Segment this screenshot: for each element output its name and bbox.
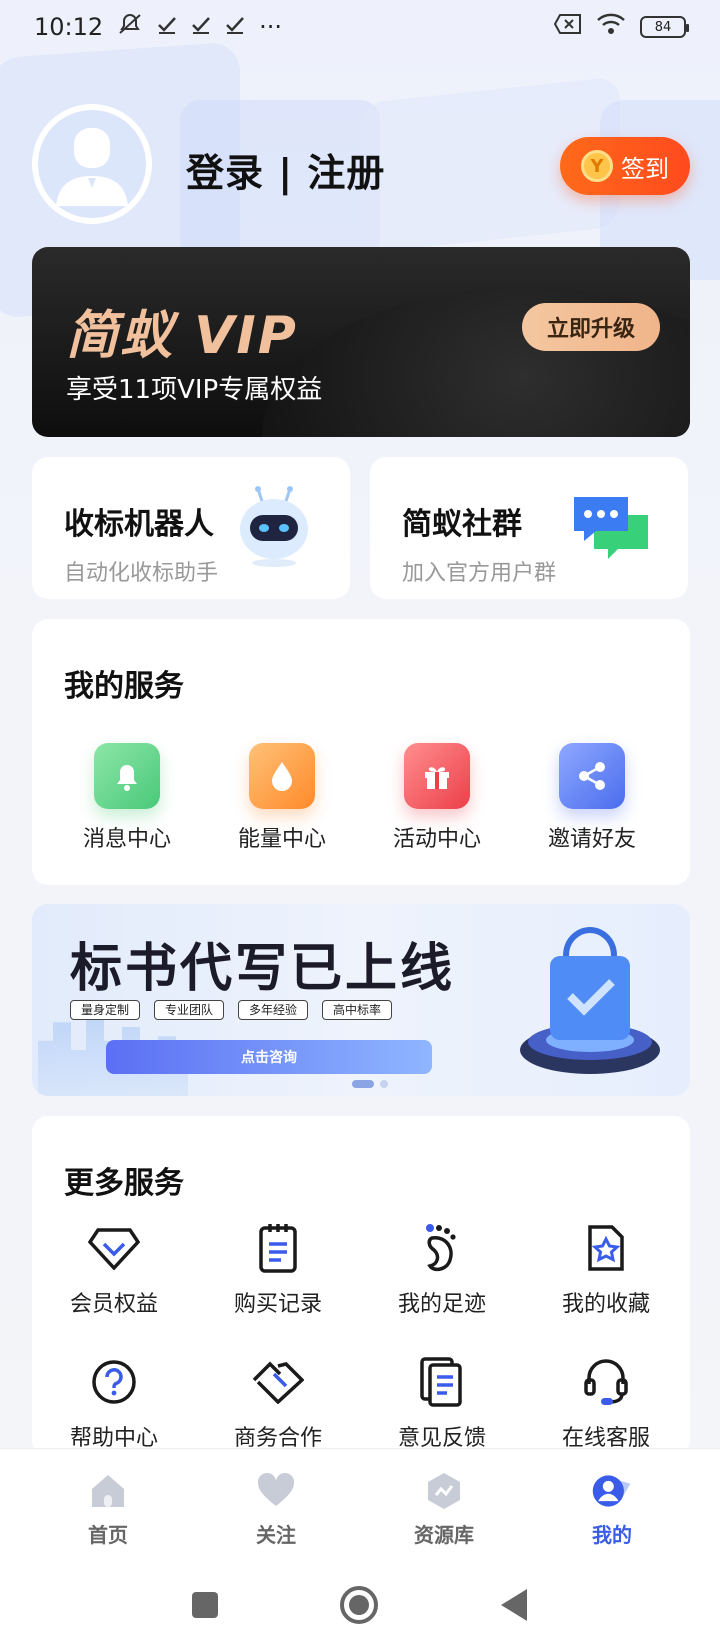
service-invite-friends[interactable]: 邀请好友 — [517, 743, 667, 853]
my-services-title: 我的服务 — [64, 669, 184, 704]
robot-card[interactable]: 收标机器人 自动化收标助手 — [32, 457, 350, 599]
more-service-label: 我的收藏 — [561, 1292, 650, 1317]
promo-tag: 专业团队 — [154, 1000, 225, 1020]
more-service-online-support[interactable]: 在线客服 — [526, 1354, 686, 1452]
star-bookmark-icon — [578, 1220, 634, 1276]
heart-icon — [254, 1469, 298, 1513]
coin-icon: Y — [581, 150, 613, 182]
library-icon — [422, 1469, 466, 1513]
check-icon — [225, 13, 245, 41]
recent-apps-button[interactable] — [191, 1591, 219, 1623]
more-service-feedback[interactable]: 意见反馈 — [362, 1354, 522, 1452]
help-icon — [86, 1354, 142, 1410]
check-icon — [157, 13, 177, 41]
robot-icon — [240, 486, 308, 567]
promo-consult-button[interactable]: 点击咨询 — [106, 1040, 432, 1074]
share-icon — [559, 743, 625, 809]
user-silhouette-icon — [56, 128, 128, 206]
home-button[interactable] — [339, 1585, 379, 1629]
back-button[interactable] — [499, 1588, 529, 1626]
service-label: 活动中心 — [392, 827, 481, 852]
diamond-icon — [86, 1220, 142, 1276]
home-icon — [86, 1469, 130, 1513]
community-card[interactable]: 简蚁社群 加入官方用户群 — [370, 457, 688, 599]
my-services-panel: 我的服务 消息中心 能量中心 活动中心 邀请好友 — [32, 619, 690, 885]
signin-button[interactable]: Y 签到 — [560, 137, 690, 195]
bottom-tab-bar: 首页 关注 资源库 我的 — [0, 1448, 720, 1564]
promo-tag: 量身定制 — [70, 1000, 141, 1020]
status-time: 10:12 — [34, 13, 104, 41]
system-navigation-bar — [0, 1564, 720, 1650]
feedback-icon — [414, 1354, 470, 1410]
service-label: 能量中心 — [237, 827, 326, 852]
cloud-shield-illustration — [520, 926, 660, 1074]
service-label: 邀请好友 — [547, 827, 636, 852]
avatar[interactable] — [32, 104, 152, 224]
drop-icon — [249, 743, 315, 809]
more-services-title: 更多服务 — [64, 1166, 184, 1201]
more-service-business-cooperation[interactable]: 商务合作 — [198, 1354, 358, 1452]
vip-title: 简蚁 VIP — [66, 306, 298, 366]
tab-label: 我的 — [592, 1523, 632, 1547]
check-icon — [191, 13, 211, 41]
tab-follow[interactable]: 关注 — [192, 1449, 360, 1564]
sim-error-icon — [553, 13, 582, 41]
tab-label: 资源库 — [414, 1523, 474, 1547]
login-register-link[interactable]: 登录 | 注册 — [186, 142, 385, 197]
vip-subtitle: 享受11项VIP专属权益 — [66, 375, 323, 405]
more-service-label: 会员权益 — [69, 1292, 158, 1317]
promo-title: 标书代写已上线 — [70, 939, 456, 999]
service-energy-center[interactable]: 能量中心 — [207, 743, 357, 853]
promo-tag: 高中标率 — [322, 1000, 393, 1020]
tab-label: 首页 — [88, 1523, 128, 1547]
gift-icon — [404, 743, 470, 809]
more-service-purchase-records[interactable]: 购买记录 — [198, 1220, 358, 1318]
clipboard-icon — [250, 1220, 306, 1276]
more-services-panel: 更多服务 会员权益 购买记录 我的足迹 我的收藏 帮助中心 商务合作 意见反馈 … — [32, 1116, 690, 1456]
more-service-favorites[interactable]: 我的收藏 — [526, 1220, 686, 1318]
tab-label: 关注 — [256, 1523, 296, 1547]
bell-icon — [94, 743, 160, 809]
more-service-label: 我的足迹 — [397, 1292, 486, 1317]
headset-icon — [578, 1354, 634, 1410]
tab-home[interactable]: 首页 — [24, 1449, 192, 1564]
promo-tags: 量身定制 专业团队 多年经验 高中标率 — [70, 1000, 393, 1020]
vip-banner[interactable]: 简蚁 VIP 享受11项VIP专属权益 立即升级 — [32, 247, 690, 437]
service-message-center[interactable]: 消息中心 — [52, 743, 202, 853]
promo-pagination — [352, 1080, 388, 1088]
vip-upgrade-button[interactable]: 立即升级 — [522, 303, 660, 351]
tab-library[interactable]: 资源库 — [360, 1449, 528, 1564]
handshake-icon — [250, 1354, 306, 1410]
promo-consult-label: 点击咨询 — [241, 1050, 297, 1066]
promo-banner[interactable]: 标书代写已上线 量身定制 专业团队 多年经验 高中标率 点击咨询 — [32, 904, 690, 1096]
more-service-footprints[interactable]: 我的足迹 — [362, 1220, 522, 1318]
tab-mine[interactable]: 我的 — [528, 1449, 696, 1564]
wifi-icon — [596, 13, 626, 41]
more-service-membership[interactable]: 会员权益 — [34, 1220, 194, 1318]
service-activity-center[interactable]: 活动中心 — [362, 743, 512, 853]
mute-icon — [117, 12, 143, 42]
footprint-icon — [414, 1220, 470, 1276]
service-label: 消息中心 — [82, 827, 171, 852]
battery-icon: 84 — [640, 16, 689, 38]
promo-tag: 多年经验 — [238, 1000, 309, 1020]
more-service-label: 购买记录 — [233, 1292, 322, 1317]
status-bar: 10:12 ··· 84 — [0, 0, 720, 54]
signin-label: 签到 — [621, 154, 669, 183]
profile-icon — [590, 1469, 634, 1513]
more-service-help-center[interactable]: 帮助中心 — [34, 1354, 194, 1452]
chat-bubble-icon — [574, 497, 648, 559]
more-dots: ··· — [259, 13, 283, 41]
